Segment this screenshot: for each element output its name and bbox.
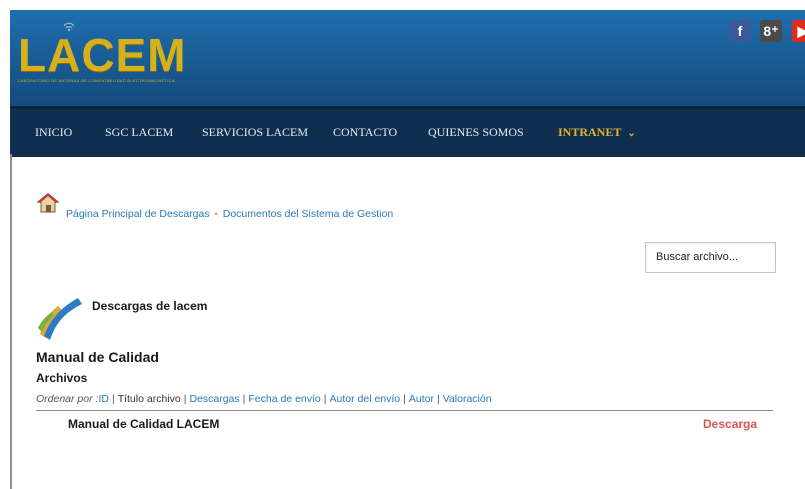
youtube-icon[interactable]: ▶ — [792, 20, 805, 42]
nav-item-sgc-lacem[interactable]: SGC LACEM — [105, 109, 173, 157]
breadcrumb-home-link[interactable]: Página Principal de Descargas — [66, 208, 210, 220]
sort-by-fecha[interactable]: Fecha de envío — [248, 393, 320, 405]
facebook-icon[interactable]: f — [729, 20, 751, 42]
files-label: Archivos — [36, 371, 88, 385]
sort-separator: | — [111, 393, 115, 405]
sort-by-autor[interactable]: Autor — [409, 393, 434, 405]
site-logo[interactable]: LACEM — [18, 32, 187, 78]
nav-item-quienes-somos[interactable]: QUIENES SOMOS — [428, 109, 524, 157]
sort-separator: | — [437, 393, 440, 405]
chevron-down-icon: ⌄ — [627, 128, 636, 139]
sort-separator: | — [183, 393, 187, 405]
main-nav: INICIO SGC LACEM SERVICIOS LACEM CONTACT… — [10, 106, 805, 157]
sort-separator: | — [403, 393, 406, 405]
sort-by-valoracion[interactable]: Valoración — [443, 393, 492, 405]
file-title[interactable]: Manual de Calidad LACEM — [68, 417, 219, 431]
search-input[interactable]: Buscar archivo... — [645, 242, 776, 273]
site-header: LACEM LABORATORIO DE ANTENAS DE COMPATIB… — [10, 10, 805, 106]
category-title: Manual de Calidad — [36, 349, 159, 365]
divider — [36, 410, 773, 411]
sort-by-autor-envio[interactable]: Autor del envío — [330, 393, 401, 405]
download-link[interactable]: Descarga — [703, 417, 757, 431]
downloads-title: Descargas de lacem — [92, 299, 208, 313]
nav-item-inicio[interactable]: INICIO — [35, 109, 72, 157]
sort-bar: Ordenar por :ID | Título archivo | Descargas… — [36, 393, 492, 405]
google-plus-icon[interactable]: 8⁺ — [760, 20, 782, 42]
sort-separator: | — [242, 393, 246, 405]
breadcrumb: Página Principal de Descargas • Documentos… — [66, 208, 393, 220]
nav-item-servicios-lacem[interactable]: SERVICIOS LACEM — [202, 109, 308, 157]
breadcrumb-separator: • — [214, 209, 218, 219]
sort-separator: | — [323, 393, 327, 405]
nav-item-intranet[interactable]: INTRANET ⌄ — [558, 109, 636, 157]
content-left-border — [10, 154, 12, 489]
nav-item-intranet-label: INTRANET — [558, 125, 622, 139]
nav-item-contacto[interactable]: CONTACTO — [333, 109, 397, 157]
sort-by-titulo: Título archivo — [117, 393, 181, 405]
sort-by-descargas[interactable]: Descargas — [189, 393, 239, 405]
logo-subtitle: LABORATORIO DE ANTENAS DE COMPATIBILIDAD… — [18, 78, 175, 83]
home-icon[interactable] — [36, 192, 60, 214]
downloads-logo-icon — [38, 298, 82, 340]
sort-by-id[interactable]: ID — [98, 393, 109, 405]
breadcrumb-current-link[interactable]: Documentos del Sistema de Gestion — [223, 208, 393, 220]
sort-label: Ordenar por : — [36, 393, 99, 405]
